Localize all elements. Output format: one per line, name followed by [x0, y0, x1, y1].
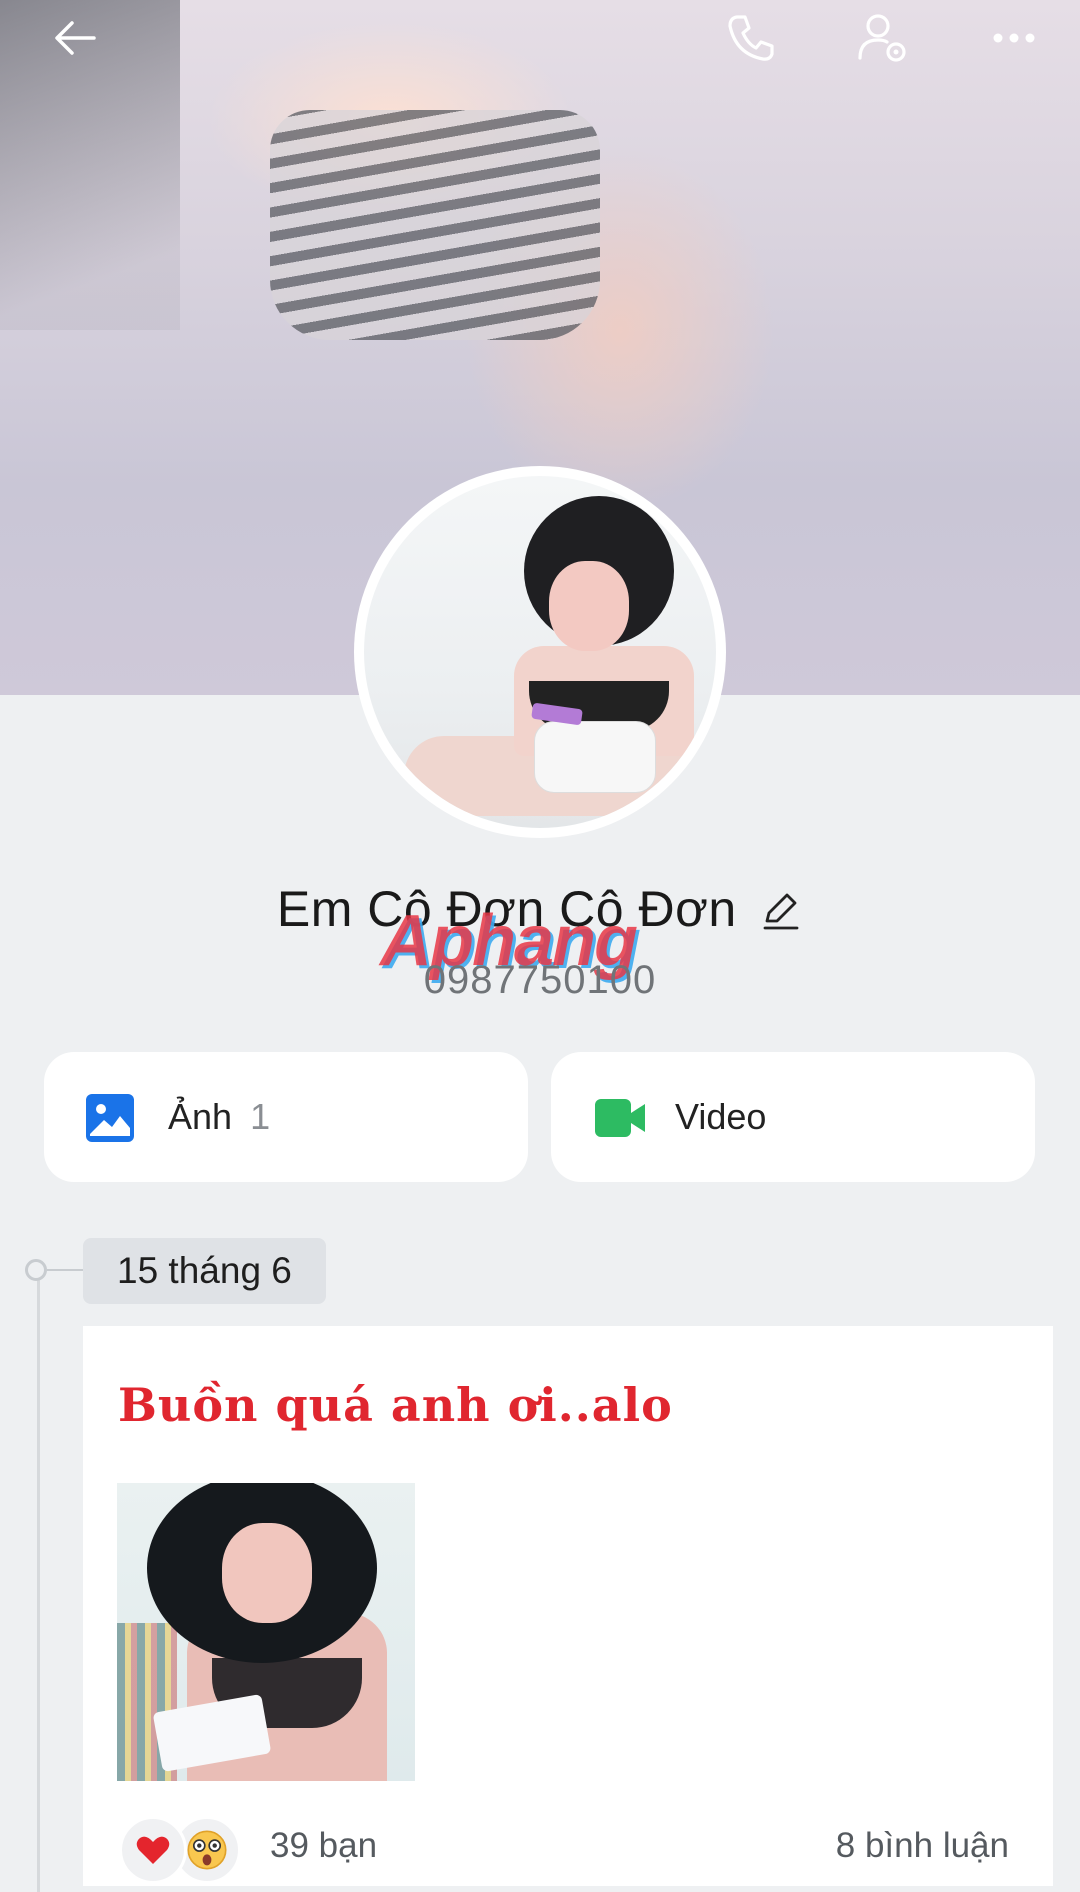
- photo-icon: [84, 1092, 136, 1144]
- photos-card[interactable]: Ảnh 1: [44, 1052, 528, 1182]
- photos-count: 1: [250, 1096, 271, 1137]
- avatar-photo: [364, 476, 716, 828]
- top-bar: [0, 0, 1080, 72]
- phone-call-icon[interactable]: [720, 8, 780, 68]
- avatar[interactable]: [354, 466, 726, 838]
- video-icon: [591, 1092, 645, 1144]
- post-footer: 39 bạn 8 bình luận: [83, 1816, 1053, 1884]
- likes-count[interactable]: 39 bạn: [270, 1826, 377, 1866]
- heart-icon[interactable]: [119, 1816, 187, 1884]
- comments-count[interactable]: 8 bình luận: [836, 1826, 1009, 1866]
- post-photo[interactable]: [117, 1483, 415, 1781]
- videos-card[interactable]: Video: [551, 1052, 1035, 1182]
- timeline-connector: [47, 1269, 83, 1271]
- post-title: Buồn quá anh ơi..alo: [118, 1378, 673, 1432]
- more-icon[interactable]: [984, 8, 1044, 68]
- videos-label: Video: [675, 1096, 767, 1137]
- cover-striped-top: [270, 110, 600, 340]
- timeline-post[interactable]: Buồn quá anh ơi..alo 39 bạn 8 bình luận: [83, 1326, 1053, 1886]
- back-arrow-icon[interactable]: [46, 8, 106, 68]
- timeline-line: [37, 1272, 40, 1892]
- photos-label: Ảnh: [168, 1096, 233, 1137]
- timeline-dot: [25, 1259, 47, 1281]
- profile-phone: 0987750100: [423, 958, 657, 1002]
- edit-pencil-icon[interactable]: [759, 887, 803, 931]
- user-settings-icon[interactable]: [852, 8, 912, 68]
- timeline-date: 15 tháng 6: [83, 1238, 326, 1304]
